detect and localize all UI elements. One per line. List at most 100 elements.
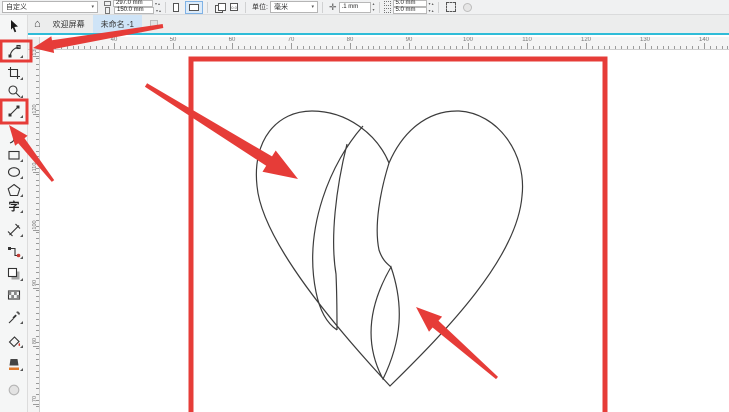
outline-tool[interactable] <box>4 381 24 399</box>
portrait-icon <box>173 2 180 12</box>
ruler-tick <box>36 127 39 129</box>
parallel-dimension-tool[interactable] <box>4 221 24 239</box>
ellipse-icon <box>7 167 21 177</box>
treat-as-filled-button[interactable] <box>445 2 456 12</box>
separator <box>321 1 323 13</box>
drop-shadow-tool[interactable] <box>4 265 24 283</box>
home-icon[interactable]: ⌂ <box>34 18 41 30</box>
ruler-tick <box>137 46 139 49</box>
ruler-tick <box>90 46 92 49</box>
units-select[interactable]: 毫米 ▾ <box>269 1 318 13</box>
ruler-tick <box>107 46 109 49</box>
ruler-tick <box>225 46 227 49</box>
page-width-field[interactable]: 297.0 mm <box>113 0 153 7</box>
ruler-tick <box>119 46 121 49</box>
ruler-tick <box>680 46 682 49</box>
color-eyedropper-icon <box>8 311 20 324</box>
ruler-tick <box>249 46 251 49</box>
ruler-tick <box>220 46 221 49</box>
transparency-tool[interactable] <box>4 286 24 304</box>
ruler-tick <box>515 46 516 49</box>
separator <box>165 1 167 13</box>
ruler-tick <box>456 46 457 49</box>
polygon-icon <box>7 183 21 197</box>
duplicate-y-field[interactable]: 5.0 mm <box>392 7 427 14</box>
nudge-distance-field[interactable]: .1 mm <box>338 1 371 13</box>
color-eyedropper-tool[interactable] <box>4 308 24 326</box>
ruler-tick <box>373 46 375 49</box>
page-height-spinner[interactable]: ▾ ▴ <box>156 8 161 14</box>
ruler-tick <box>320 46 322 49</box>
drawing-canvas[interactable] <box>40 50 729 412</box>
ruler-tick <box>615 46 617 49</box>
ruler-tick <box>568 46 570 49</box>
shape-tool[interactable] <box>4 42 24 60</box>
ruler-tick <box>36 255 39 256</box>
ruler-tick <box>36 405 39 407</box>
portrait-button[interactable] <box>170 1 182 14</box>
connector-tool[interactable] <box>4 243 24 261</box>
ruler-tick <box>36 69 39 71</box>
freehand-tool[interactable] <box>4 102 24 120</box>
ruler-tick <box>196 46 198 49</box>
page-height-field[interactable]: 150.0 mm <box>114 7 154 14</box>
outline-disabled-icon <box>462 2 472 12</box>
duplicate-y-spinner[interactable]: ▾ ▴ <box>429 8 434 14</box>
rectangle-icon <box>8 150 20 160</box>
ruler-tick <box>497 46 499 49</box>
ruler-tick <box>591 46 593 49</box>
ruler-tick <box>36 359 39 361</box>
zoom-tool[interactable] <box>4 82 24 100</box>
ellipse-tool[interactable] <box>4 163 24 181</box>
ruler-tick <box>84 46 86 49</box>
tab-document-1[interactable]: 未命名 -1 <box>92 15 142 33</box>
ruler-tick <box>668 46 670 49</box>
ruler-tick <box>66 46 68 49</box>
duplicate-y-icon <box>383 8 391 13</box>
ruler-tick <box>355 46 357 49</box>
ruler-tick <box>36 75 39 77</box>
current-page-button[interactable]: 0.0 <box>227 1 241 14</box>
page-dimensions-group: 297.0 mm ▾ ▴ 150.0 mm ▾ ▴ <box>104 0 161 14</box>
page-size-preset-select[interactable]: 自定义 ▾ <box>2 1 98 13</box>
ruler-tick <box>36 231 39 233</box>
ruler-label: 80 <box>32 337 38 345</box>
new-document-button[interactable] <box>150 20 158 28</box>
ruler-tick <box>36 202 39 204</box>
duplicate-x-spinner[interactable]: ▾ ▴ <box>429 1 434 7</box>
ruler-tick <box>166 46 168 49</box>
ruler-tick <box>102 46 103 49</box>
tab-welcome-screen[interactable]: 欢迎屏幕 <box>45 15 93 33</box>
ruler-origin-corner[interactable] <box>28 37 40 50</box>
toolbox: 字 <box>0 15 28 412</box>
ruler-tick <box>296 46 298 49</box>
duplicate-x-icon <box>383 1 391 6</box>
document-tab-bar: ⌂ 欢迎屏幕 未命名 -1 <box>28 15 729 35</box>
rectangle-tool[interactable] <box>4 146 24 164</box>
duplicate-x-field[interactable]: 5.0 mm <box>392 0 427 7</box>
crop-tool[interactable] <box>4 64 24 82</box>
horizontal-ruler[interactable]: 40 50 60 70 80 90 100 110 120 130 140 <box>40 37 729 50</box>
landscape-button[interactable] <box>185 0 204 14</box>
artistic-media-tool[interactable] <box>4 128 24 146</box>
page-size-preset-value: 自定义 <box>6 4 27 11</box>
vertical-ruler[interactable]: 130 120 110 100 90 80 70 <box>28 37 40 412</box>
ruler-tick <box>379 46 381 49</box>
interactive-fill-tool[interactable] <box>4 355 24 373</box>
pick-tool[interactable] <box>4 17 24 35</box>
all-pages-button[interactable] <box>212 1 227 14</box>
ruler-tick <box>273 46 275 49</box>
ruler-tick <box>291 43 292 49</box>
smart-fill-tool[interactable] <box>4 332 24 350</box>
interactive-fill-icon <box>9 359 19 370</box>
ruler-tick <box>36 92 39 94</box>
page-width-spinner[interactable]: ▾ ▴ <box>155 1 160 7</box>
ruler-tick <box>627 46 629 49</box>
ruler-tick <box>36 144 39 146</box>
ruler-tick <box>36 179 39 181</box>
ruler-tick <box>650 46 652 49</box>
text-tool[interactable]: 字 <box>4 197 24 215</box>
nudge-spinner[interactable]: ▴ ▾ <box>373 1 375 13</box>
ruler-tick <box>326 46 328 49</box>
ruler-tick <box>125 46 127 49</box>
